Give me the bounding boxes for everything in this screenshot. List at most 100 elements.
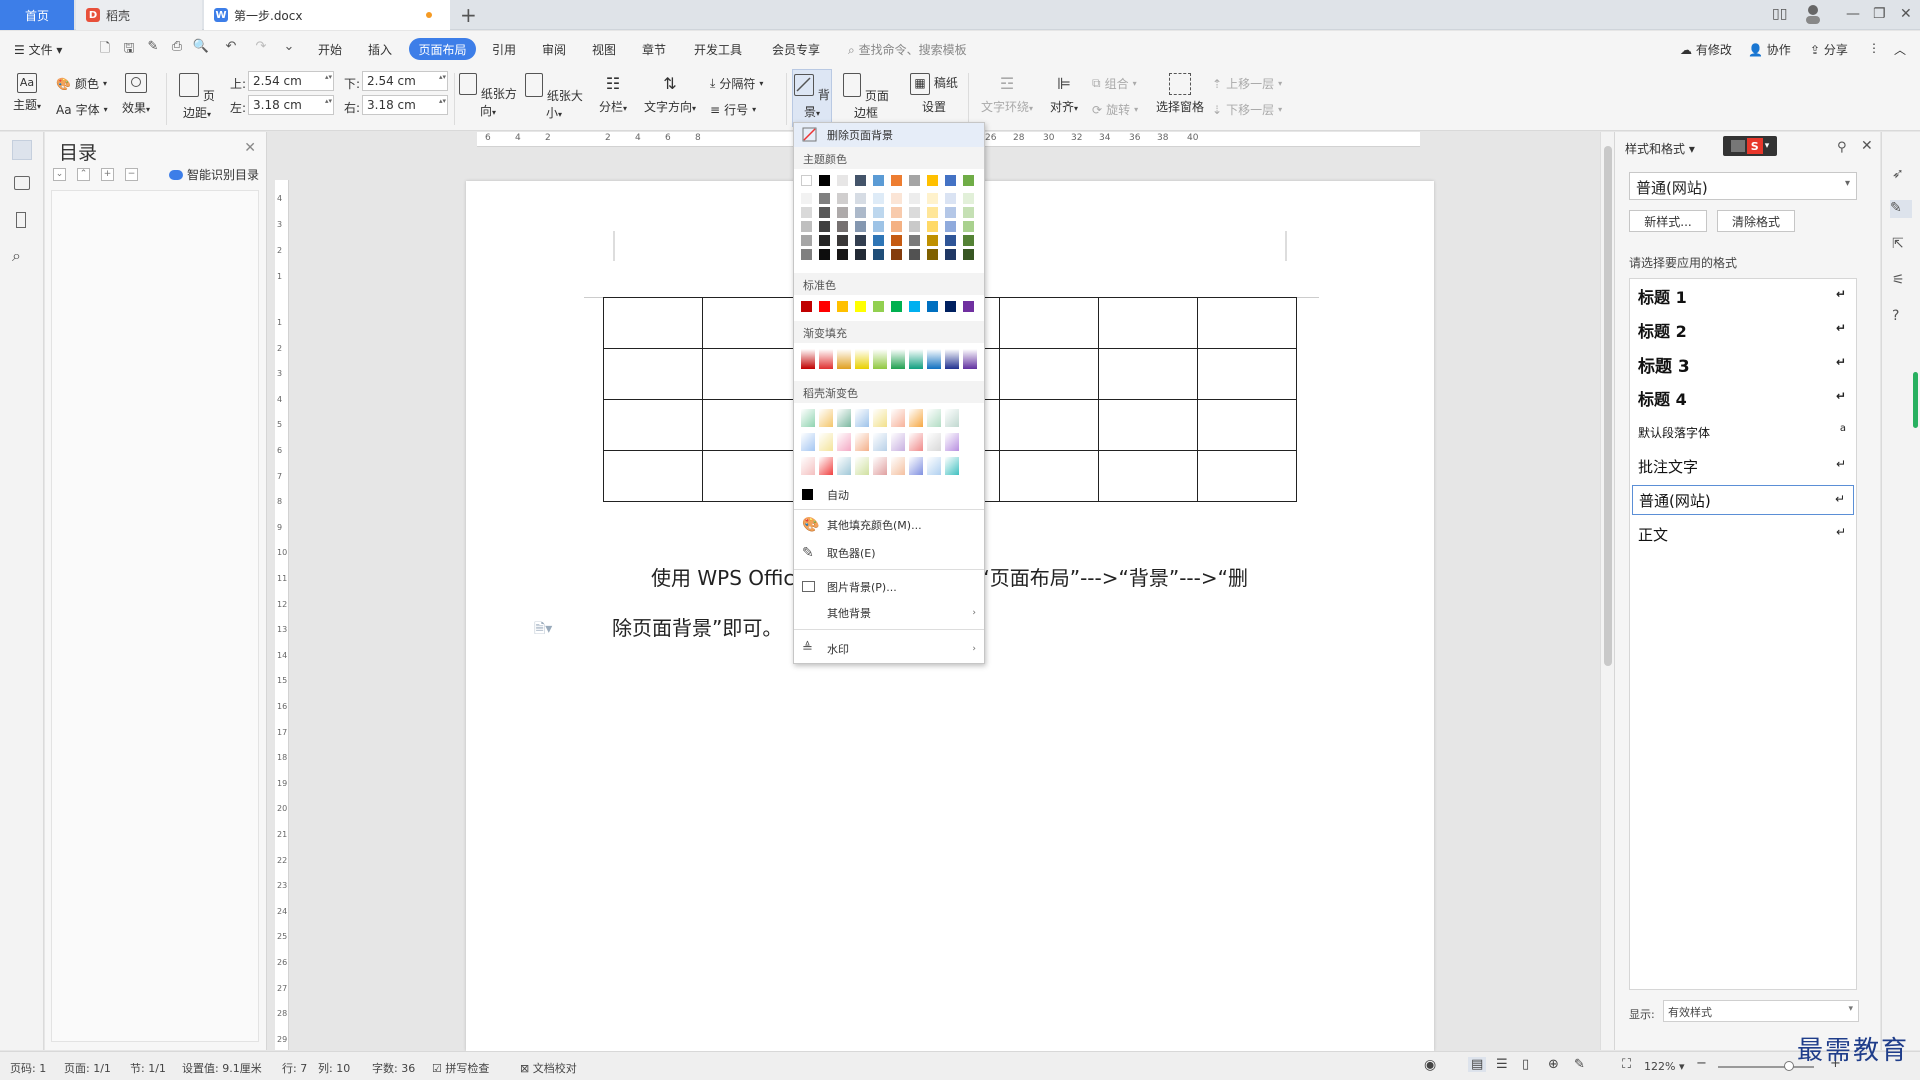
style-heading-3[interactable]: 标题 3 ↵ [1632, 349, 1854, 379]
redo-icon[interactable]: ↷ [252, 39, 270, 57]
table-cell[interactable] [603, 450, 703, 502]
theme-shade-swatch[interactable] [873, 221, 884, 232]
theme-shade-swatch[interactable] [819, 235, 830, 246]
theme-shade-swatch[interactable] [927, 193, 938, 204]
theme-color-swatch[interactable] [945, 175, 956, 186]
docer-gradient-swatch[interactable] [927, 433, 941, 451]
table-cell[interactable] [702, 450, 802, 502]
selection-pane-button[interactable]: 选择窗格 [1154, 73, 1206, 115]
theme-shade-swatch[interactable] [837, 193, 848, 204]
command-search[interactable]: ⌕ 查找命令、搜索模板 [848, 41, 967, 58]
theme-shade-swatch[interactable] [801, 235, 812, 246]
spell-check-button[interactable]: ☑ 拼写检查 [432, 1060, 489, 1076]
docer-gradient-swatch[interactable] [927, 409, 941, 427]
docer-gradient-swatch[interactable] [909, 433, 923, 451]
theme-shade-swatch[interactable] [873, 193, 884, 204]
theme-color-swatch[interactable] [963, 175, 974, 186]
docer-gradient-swatch[interactable] [909, 457, 923, 475]
docer-gradient-swatch[interactable] [873, 457, 887, 475]
save-icon[interactable]: 🖫 [120, 39, 138, 57]
table-cell[interactable] [1197, 450, 1297, 502]
docer-gradient-swatch[interactable] [819, 409, 833, 427]
theme-shade-swatch[interactable] [855, 235, 866, 246]
gradient-swatch[interactable] [891, 349, 905, 369]
eye-icon[interactable]: ◉ [1424, 1057, 1436, 1073]
theme-shade-swatch[interactable] [963, 207, 974, 218]
proofread-button[interactable]: ⊠ 文档校对 [520, 1060, 577, 1076]
theme-shade-swatch[interactable] [927, 207, 938, 218]
theme-shade-swatch[interactable] [945, 249, 956, 260]
page-count[interactable]: 页面: 1/1 [64, 1060, 111, 1076]
style-heading-1[interactable]: 标题 1 ↵ [1632, 281, 1854, 311]
gradient-swatch[interactable] [873, 349, 887, 369]
format-painter-icon[interactable]: ✎ [144, 39, 162, 57]
table-cell[interactable] [603, 399, 703, 451]
menu-review[interactable]: 审阅 [542, 41, 566, 58]
background-button[interactable]: 背景▾ [792, 69, 832, 127]
group-button[interactable]: ⧉ 组合 ▾ [1092, 75, 1137, 92]
docer-gradient-swatch[interactable] [819, 457, 833, 475]
fit-page-icon[interactable]: ⛶ [1622, 1057, 1631, 1072]
theme-shade-swatch[interactable] [909, 235, 920, 246]
theme-shade-swatch[interactable] [837, 235, 848, 246]
table-cell[interactable] [603, 348, 703, 400]
style-heading-4[interactable]: 标题 4 ↵ [1632, 383, 1854, 413]
toc-remove-icon[interactable]: − [125, 168, 138, 181]
gradient-swatch[interactable] [909, 349, 923, 369]
standard-color-swatch[interactable] [819, 301, 830, 312]
theme-button[interactable]: Aa 主题▾ [12, 73, 42, 113]
theme-color-swatch[interactable] [801, 175, 812, 186]
toc-nav-icon[interactable] [12, 140, 32, 160]
theme-color-swatch[interactable] [927, 175, 938, 186]
margins-button[interactable]: 页边距▾ [174, 73, 220, 121]
menu-insert[interactable]: 插入 [368, 41, 392, 58]
theme-shade-swatch[interactable] [837, 221, 848, 232]
menu-references[interactable]: 引用 [492, 41, 516, 58]
docer-gradient-swatch[interactable] [855, 433, 869, 451]
gradient-swatch[interactable] [963, 349, 977, 369]
print-icon[interactable]: ⎙ [168, 39, 186, 57]
theme-shade-swatch[interactable] [909, 193, 920, 204]
new-style-button[interactable]: 新样式... [1629, 210, 1707, 232]
send-backward-button[interactable]: ⇣ 下移一层 ▾ [1212, 101, 1282, 118]
theme-shade-swatch[interactable] [945, 207, 956, 218]
docer-gradient-swatch[interactable] [837, 433, 851, 451]
table-cell[interactable] [702, 399, 802, 451]
toc-collapse-all-icon[interactable]: ⌄ [53, 168, 66, 181]
style-normal-web[interactable]: 普通(网站) ↵ [1632, 485, 1854, 515]
theme-shade-swatch[interactable] [855, 249, 866, 260]
paper-setting-button[interactable]: ▦ 稿纸设置 [906, 73, 962, 115]
vertical-ruler[interactable]: 4 3 2 1 1 2 3 4 5 6 7 8 9 10 11 12 13 14 15 16 17 18 19 20 21 22 2… [275, 180, 289, 1050]
theme-shade-swatch[interactable] [819, 249, 830, 260]
table-cell[interactable] [1098, 297, 1198, 349]
table-cell[interactable] [702, 297, 802, 349]
docer-gradient-swatch[interactable] [945, 409, 959, 427]
theme-shade-swatch[interactable] [909, 249, 920, 260]
print-preview-icon[interactable]: 🔍 [192, 39, 210, 57]
standard-color-swatch[interactable] [837, 301, 848, 312]
column-position[interactable]: 列: 10 [318, 1060, 350, 1076]
select-cursor-icon[interactable]: ⇱ [1892, 236, 1910, 254]
styles-pane-close-icon[interactable]: ✕ [1861, 138, 1873, 154]
clear-format-button[interactable]: 清除格式 [1717, 210, 1795, 232]
style-default-paragraph-font[interactable]: 默认段落字体 a [1632, 417, 1854, 447]
effect-button[interactable]: 效果▾ [118, 73, 154, 116]
table-cell[interactable] [603, 297, 703, 349]
bottom-margin-input[interactable]: 2.54 cm [362, 71, 448, 91]
zoom-out-icon[interactable]: − [1696, 1056, 1707, 1071]
docer-gradient-swatch[interactable] [927, 457, 941, 475]
table-cell[interactable] [1197, 399, 1297, 451]
page-border-button[interactable]: 页面边框 [838, 73, 894, 121]
theme-shade-swatch[interactable] [819, 207, 830, 218]
theme-shade-swatch[interactable] [927, 221, 938, 232]
edit-view-icon[interactable]: ✎ [1574, 1057, 1585, 1072]
theme-color-swatch[interactable] [819, 175, 830, 186]
theme-color-swatch[interactable] [891, 175, 902, 186]
collaborate-button[interactable]: 👤 协作 [1748, 41, 1791, 58]
theme-shade-swatch[interactable] [819, 193, 830, 204]
style-pen-icon[interactable]: ✎ [1890, 200, 1912, 218]
right-margin-input[interactable]: 3.18 cm [362, 95, 448, 115]
toc-list[interactable] [51, 190, 259, 1042]
style-body-text[interactable]: 正文 ↵ [1632, 519, 1854, 549]
outline-view-icon[interactable]: ☰ [1496, 1057, 1508, 1072]
